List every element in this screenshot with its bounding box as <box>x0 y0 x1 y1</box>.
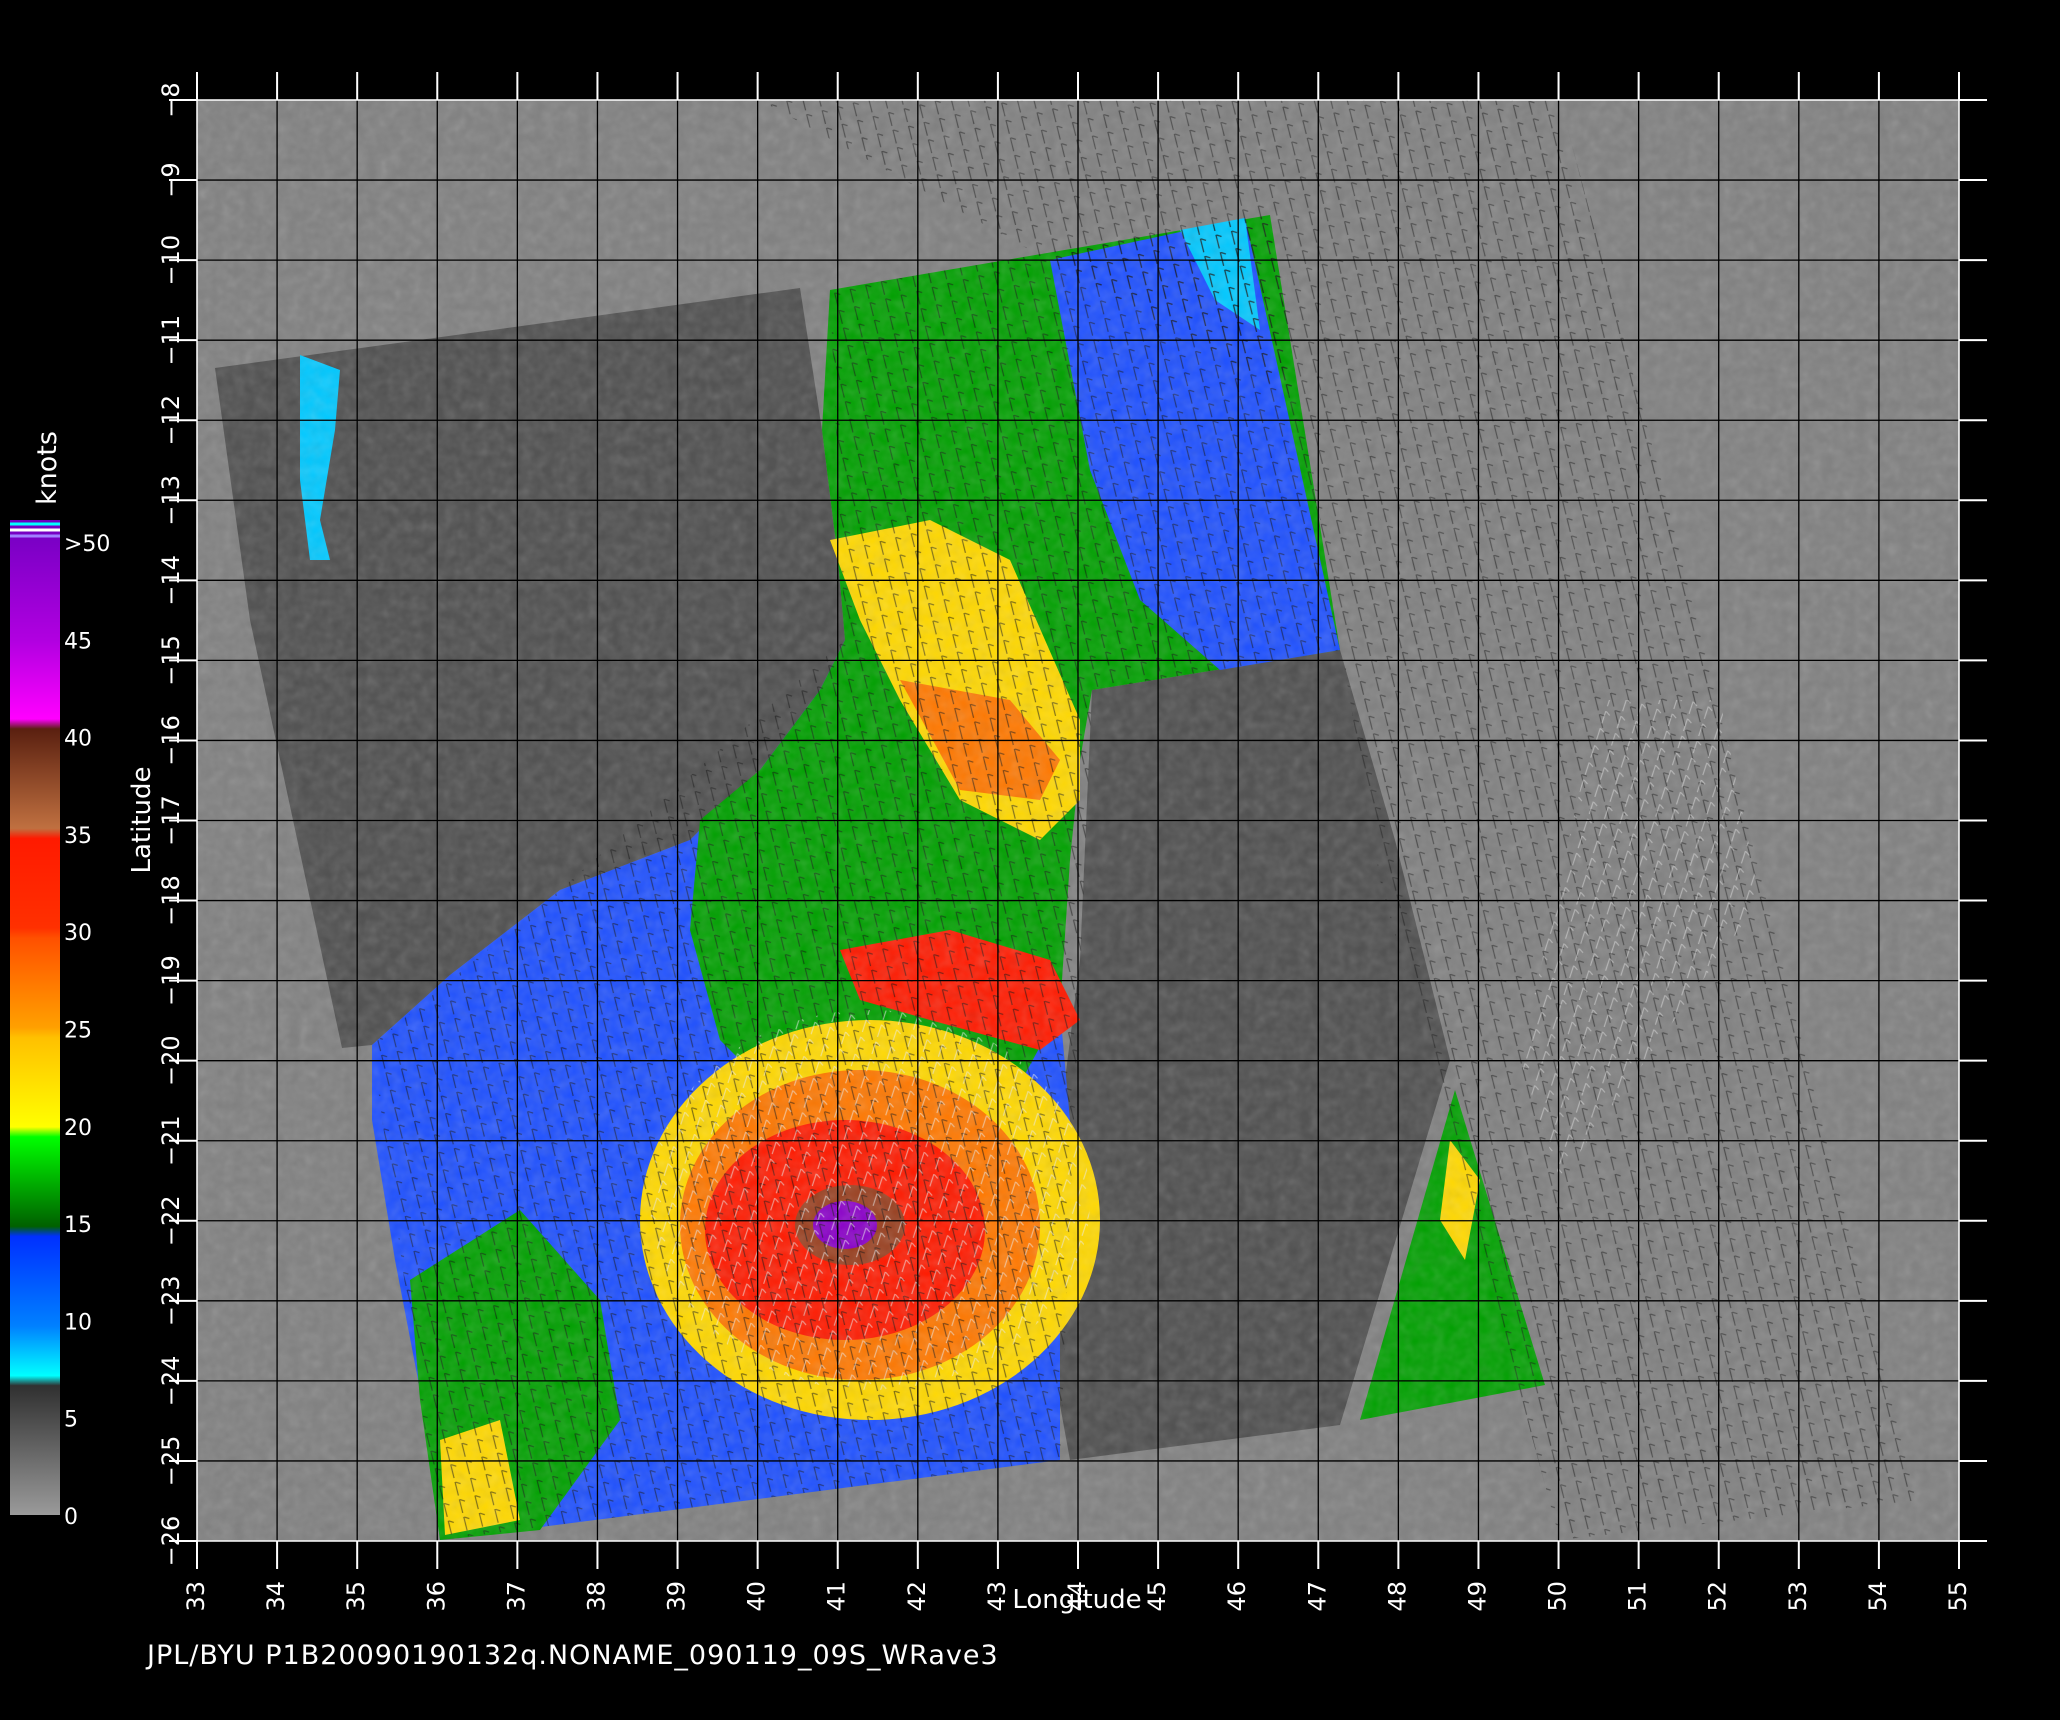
legend-labels: >50 45 40 35 30 25 20 15 10 5 0 <box>64 532 110 1530</box>
legend-label: 35 <box>64 824 92 849</box>
y-tick-label: −22 <box>157 1195 185 1246</box>
y-tick-label: −9 <box>157 162 185 197</box>
legend-label: 30 <box>64 921 92 946</box>
x-tick-label: 54 <box>1864 1581 1892 1612</box>
y-tick-label: −26 <box>157 1516 185 1567</box>
x-tick-label: 45 <box>1143 1581 1171 1612</box>
y-tick-label: −11 <box>157 315 185 366</box>
y-tick-label: −12 <box>157 395 185 446</box>
y-tick-label: −25 <box>157 1436 185 1487</box>
y-tick-label: −10 <box>157 235 185 286</box>
y-tick-label: −21 <box>157 1115 185 1166</box>
x-tick-label: 53 <box>1784 1581 1812 1612</box>
x-tick-label: 47 <box>1303 1581 1331 1612</box>
legend-label: 15 <box>64 1213 92 1238</box>
legend-label: 5 <box>64 1408 78 1433</box>
x-tick-label: 40 <box>743 1581 771 1612</box>
x-tick-label: 55 <box>1944 1581 1972 1612</box>
x-tick-label: 36 <box>422 1581 450 1612</box>
x-tick-label: 35 <box>342 1581 370 1612</box>
x-tick-label: 50 <box>1544 1581 1572 1612</box>
x-tick-label: 34 <box>262 1581 290 1612</box>
legend-label: 25 <box>64 1019 92 1044</box>
x-tick-label: 42 <box>903 1581 931 1612</box>
y-tick-label: −16 <box>157 715 185 766</box>
footer-caption: JPL/BYU P1B20090190132q.NONAME_090119_09… <box>147 1640 999 1671</box>
x-tick-label: 37 <box>502 1581 530 1612</box>
legend-label: 0 <box>64 1505 78 1530</box>
y-tick-label: −23 <box>157 1276 185 1327</box>
x-tick-label: 33 <box>182 1581 210 1612</box>
y-tick-label: −24 <box>157 1356 185 1407</box>
x-tick-label: 52 <box>1704 1581 1732 1612</box>
legend-label: 10 <box>64 1310 92 1335</box>
x-tick-label: 43 <box>983 1581 1011 1612</box>
x-tick-label: 48 <box>1383 1581 1411 1612</box>
x-tick-label: 39 <box>663 1581 691 1612</box>
wind-map: 33 34 35 36 37 38 39 40 41 42 43 44 45 46 47 48 49 50 51 52… <box>10 72 1987 1615</box>
y-tick-label: −17 <box>157 795 185 846</box>
y-tick-label: −18 <box>157 875 185 926</box>
x-tick-label: 51 <box>1624 1581 1652 1612</box>
legend-label: 40 <box>64 727 92 752</box>
legend-label: >50 <box>64 532 110 557</box>
y-tick-label: −14 <box>157 555 185 606</box>
x-tick-label: 38 <box>582 1581 610 1612</box>
y-tick-label: −8 <box>157 82 185 117</box>
y-tick-label: −13 <box>157 475 185 526</box>
y-tick-label: −19 <box>157 955 185 1006</box>
y-tick-labels: −8 −9 −10 −11 −12 −13 −14 −15 −16 −17 −18 −19 −20 −21… <box>157 82 185 1566</box>
legend-unit: knots <box>32 431 63 505</box>
color-legend: >50 45 40 35 30 25 20 15 10 5 0 <box>10 520 110 1530</box>
legend-label: 45 <box>64 629 92 654</box>
x-tick-label: 41 <box>823 1581 851 1612</box>
y-tick-label: −20 <box>157 1035 185 1086</box>
y-axis-title: Latitude <box>127 766 157 873</box>
legend-label: 20 <box>64 1116 92 1141</box>
legend-colorbar <box>10 520 60 1515</box>
x-tick-label: 46 <box>1223 1581 1251 1612</box>
y-tick-label: −15 <box>157 635 185 686</box>
x-tick-label: 49 <box>1463 1581 1491 1612</box>
x-axis-title: Longitude <box>1012 1585 1141 1615</box>
